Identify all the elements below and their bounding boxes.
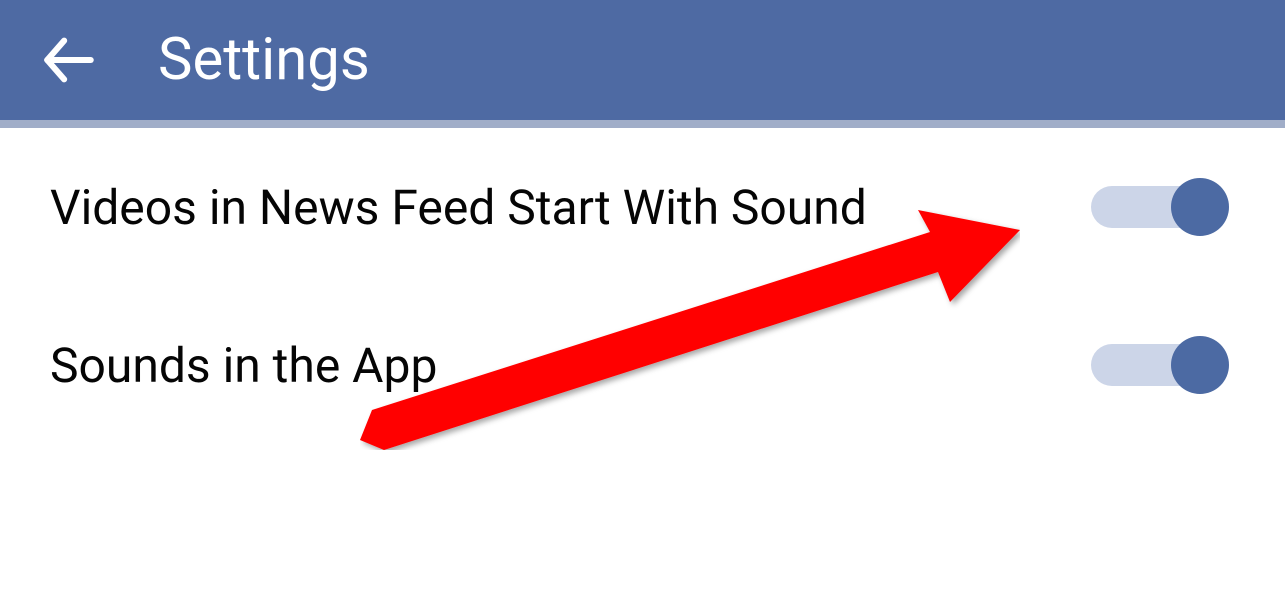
toggle-sounds-in-app[interactable] bbox=[1091, 336, 1229, 394]
settings-list: Videos in News Feed Start With Sound Sou… bbox=[0, 128, 1285, 444]
setting-row-videos-sound[interactable]: Videos in News Feed Start With Sound bbox=[0, 128, 1285, 286]
app-header: Settings bbox=[0, 0, 1285, 128]
toggle-videos-sound[interactable] bbox=[1091, 178, 1229, 236]
back-button[interactable] bbox=[40, 31, 98, 89]
setting-row-sounds-in-app[interactable]: Sounds in the App bbox=[0, 286, 1285, 444]
setting-label: Sounds in the App bbox=[50, 337, 437, 394]
setting-label: Videos in News Feed Start With Sound bbox=[50, 179, 867, 236]
toggle-knob bbox=[1171, 336, 1229, 394]
page-title: Settings bbox=[158, 26, 370, 94]
arrow-left-icon bbox=[40, 31, 98, 89]
toggle-knob bbox=[1171, 178, 1229, 236]
